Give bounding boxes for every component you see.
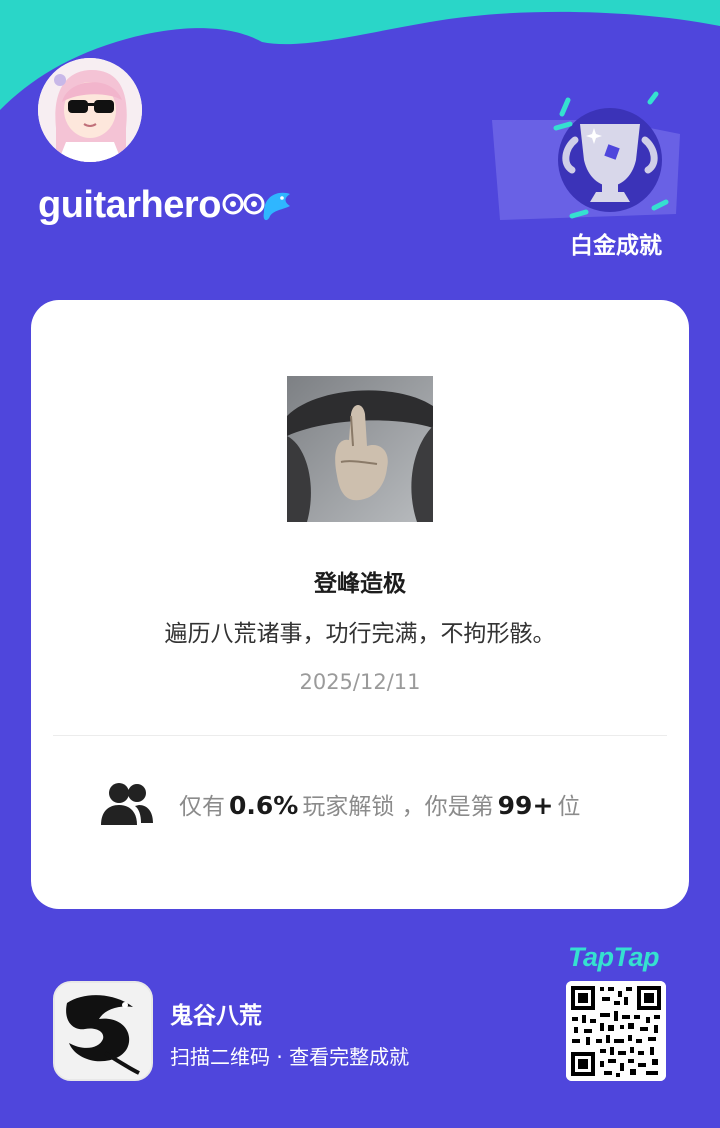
unlock-stats: 仅有 0.6% 玩家解锁 ，你是第 99+ 位: [101, 776, 580, 832]
qr-code[interactable]: [566, 981, 666, 1081]
user-avatar[interactable]: [38, 58, 142, 162]
achievement-description: 遍历八荒诸事，功行完满，不拘形骸。: [164, 621, 556, 647]
platinum-trophy-icon: [492, 91, 680, 220]
stats-prefix: 仅有: [179, 794, 225, 820]
divider: [53, 735, 667, 736]
scan-hint: 扫描二维码 · 查看完整成就: [170, 1045, 410, 1069]
taptap-logo: TapTap: [568, 942, 660, 972]
stats-middle: 玩家解锁 ，你是第: [302, 794, 494, 820]
achievement-tier-label: 白金成就: [570, 233, 662, 259]
player-rank: 99+: [497, 791, 554, 820]
unlock-date: 2025/12/11: [299, 670, 421, 694]
username[interactable]: guitarhero: [38, 183, 221, 227]
players-icon: [101, 783, 153, 825]
game-name: 鬼谷八荒: [170, 1003, 262, 1029]
user-badge-icons: [222, 192, 290, 221]
game-icon[interactable]: [53, 981, 153, 1081]
achievement-title: 登峰造极: [314, 571, 406, 597]
stats-suffix: 位: [557, 794, 581, 820]
unlock-percent: 0.6%: [229, 791, 299, 820]
achievement-card: 登峰造极 遍历八荒诸事，功行完满，不拘形骸。 2025/12/11 仅有 0.6…: [31, 300, 689, 909]
achievement-image: [287, 376, 433, 522]
